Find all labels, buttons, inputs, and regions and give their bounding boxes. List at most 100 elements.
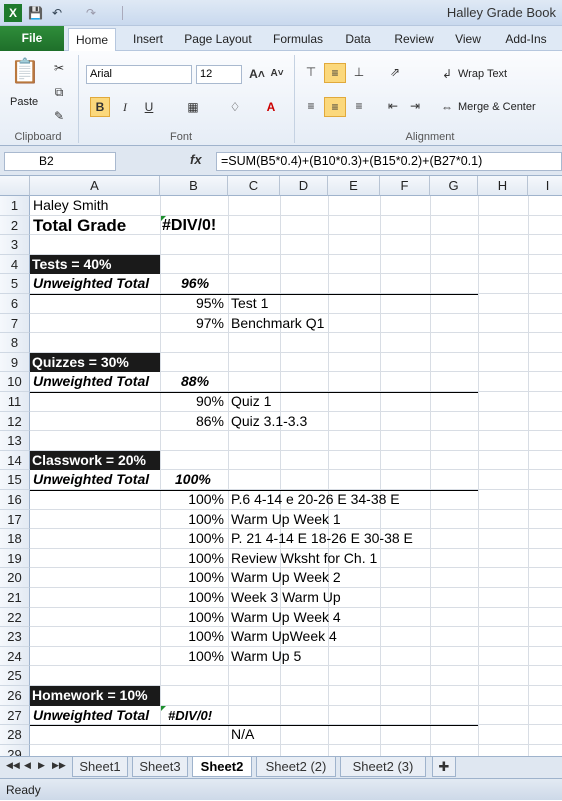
cell-c16[interactable]: P.6 4-14 e 20-26 E 34-38 E xyxy=(228,490,478,510)
cell-b12[interactable]: 86% xyxy=(160,412,228,432)
tab-home[interactable]: Home xyxy=(68,28,116,52)
tab-review[interactable]: Review xyxy=(390,28,438,51)
merge-center-button[interactable]: Merge & Center xyxy=(458,98,536,116)
cell-c22[interactable]: Warm Up Week 4 xyxy=(228,608,478,628)
column-header-g[interactable]: G xyxy=(430,176,478,196)
cell-c6[interactable]: Test 1 xyxy=(228,294,428,314)
paste-icon[interactable]: 📋 xyxy=(10,57,40,87)
row-header[interactable]: 20 xyxy=(0,568,30,588)
undo-icon[interactable]: ↶ xyxy=(52,4,62,22)
font-size-select[interactable]: 12 xyxy=(196,65,242,84)
tab-file[interactable]: File xyxy=(0,26,64,51)
row-header[interactable]: 18 xyxy=(0,529,30,549)
underline-icon[interactable]: U xyxy=(140,98,158,116)
worksheet-grid[interactable]: A B C D E F G H I 1 2 3 4 5 6 7 8 9 10 11 12 13 14 15 1… xyxy=(0,176,562,756)
column-header-h[interactable]: H xyxy=(478,176,528,196)
tab-add-ins[interactable]: Add-Ins xyxy=(498,28,554,51)
row-header[interactable]: 24 xyxy=(0,646,30,667)
cell-c24[interactable]: Warm Up 5 xyxy=(228,647,478,667)
cell-b2[interactable]: #DIV/0! xyxy=(160,216,228,236)
row-header[interactable]: 14 xyxy=(0,450,30,471)
column-header-b[interactable]: B xyxy=(160,176,228,196)
row-header[interactable]: 1 xyxy=(0,196,30,216)
align-left-icon[interactable]: ≡ xyxy=(302,97,320,115)
cell-c18[interactable]: P. 21 4-14 E 18-26 E 30-38 E xyxy=(228,529,478,549)
insert-sheet-icon[interactable]: ✚ xyxy=(432,757,456,777)
section-quizzes[interactable]: Quizzes = 30% xyxy=(30,352,160,373)
cell-c11[interactable]: Quiz 1 xyxy=(228,392,428,412)
row-header[interactable]: 11 xyxy=(0,392,30,412)
column-header-e[interactable]: E xyxy=(328,176,380,196)
row-header[interactable]: 19 xyxy=(0,548,30,569)
sheet-tab-sheet3[interactable]: Sheet3 xyxy=(132,757,188,777)
cell-c12[interactable]: Quiz 3.1-3.3 xyxy=(228,412,428,432)
cell-b18[interactable]: 100% xyxy=(160,529,228,549)
select-all-corner[interactable] xyxy=(0,176,30,196)
paste-button[interactable]: Paste xyxy=(10,93,38,111)
cell-b15[interactable]: 100% xyxy=(172,470,228,490)
column-header-f[interactable]: F xyxy=(380,176,430,196)
cell-b22[interactable]: 100% xyxy=(160,608,228,628)
name-box[interactable]: B2 xyxy=(4,152,116,171)
cell-b6[interactable]: 95% xyxy=(160,294,228,314)
tab-page-layout[interactable]: Page Layout xyxy=(180,28,256,51)
row-header[interactable]: 9 xyxy=(0,352,30,373)
row-header[interactable]: 6 xyxy=(0,294,30,314)
section-classwork[interactable]: Classwork = 20% xyxy=(30,450,160,471)
align-right-icon[interactable]: ≡ xyxy=(350,97,368,115)
row-header[interactable]: 17 xyxy=(0,509,30,530)
cell-c17[interactable]: Warm Up Week 1 xyxy=(228,510,478,530)
cell-b24[interactable]: 100% xyxy=(160,647,228,667)
row-header[interactable]: 2 xyxy=(0,215,30,236)
cell-c20[interactable]: Warm Up Week 2 xyxy=(228,568,478,588)
row-header[interactable]: 15 xyxy=(0,470,30,490)
row-header[interactable]: 7 xyxy=(0,313,30,334)
fill-color-icon[interactable]: ♢ xyxy=(226,98,244,116)
wrap-text-icon[interactable]: ↲ xyxy=(438,65,456,83)
cell-c19[interactable]: Review Wksht for Ch. 1 xyxy=(228,549,478,569)
cell-c23[interactable]: Warm UpWeek 4 xyxy=(228,627,478,647)
sheet-tab-sheet2-3[interactable]: Sheet2 (3) xyxy=(340,757,426,777)
borders-icon[interactable]: ▦ xyxy=(184,98,202,116)
merge-center-icon[interactable]: ⇔ xyxy=(438,98,456,116)
row-header[interactable]: 29 xyxy=(0,744,30,756)
cell-b27[interactable]: #DIV/0! xyxy=(165,706,228,726)
cell-c21[interactable]: Week 3 Warm Up xyxy=(228,588,478,608)
font-name-select[interactable]: Arial xyxy=(86,65,192,84)
cell-b20[interactable]: 100% xyxy=(160,568,228,588)
cell-b17[interactable]: 100% xyxy=(160,510,228,530)
format-painter-icon[interactable]: ✎ xyxy=(50,107,68,125)
prev-sheet-icon[interactable]: ◀ xyxy=(24,760,31,771)
row-header[interactable]: 10 xyxy=(0,372,30,392)
row-header[interactable]: 4 xyxy=(0,254,30,275)
column-header-a[interactable]: A xyxy=(30,176,160,196)
fx-icon[interactable]: fx xyxy=(190,152,202,167)
sheet-tab-sheet2[interactable]: Sheet2 xyxy=(192,757,252,777)
cell-b21[interactable]: 100% xyxy=(160,588,228,608)
orientation-icon[interactable]: ⇗ xyxy=(386,63,404,81)
row-header[interactable]: 3 xyxy=(0,235,30,255)
last-sheet-icon[interactable]: ▶▶ xyxy=(52,760,66,771)
align-top-icon[interactable]: ⊤ xyxy=(302,63,320,81)
section-homework[interactable]: Homework = 10% xyxy=(30,686,160,706)
tab-insert[interactable]: Insert xyxy=(126,28,170,51)
row-header[interactable]: 27 xyxy=(0,705,30,726)
cell-b10[interactable]: 88% xyxy=(178,372,228,392)
cut-icon[interactable]: ✂ xyxy=(50,59,68,77)
italic-icon[interactable]: I xyxy=(116,98,134,116)
grow-font-icon[interactable]: A˄ xyxy=(248,65,266,83)
tab-formulas[interactable]: Formulas xyxy=(268,28,328,51)
row-header[interactable]: 13 xyxy=(0,431,30,451)
column-header-d[interactable]: D xyxy=(280,176,328,196)
save-icon[interactable]: 💾 xyxy=(28,4,43,22)
row-header[interactable]: 8 xyxy=(0,333,30,353)
wrap-text-button[interactable]: Wrap Text xyxy=(458,65,507,83)
cell-c7[interactable]: Benchmark Q1 xyxy=(228,314,428,334)
row-header[interactable]: 22 xyxy=(0,607,30,628)
increase-indent-icon[interactable]: ⇥ xyxy=(406,97,424,115)
tab-view[interactable]: View xyxy=(448,28,488,51)
cell-a2[interactable]: Total Grade xyxy=(30,216,160,236)
bold-icon[interactable]: B xyxy=(90,97,110,117)
copy-icon[interactable]: ⧉ xyxy=(50,83,68,101)
cell-b19[interactable]: 100% xyxy=(160,549,228,569)
